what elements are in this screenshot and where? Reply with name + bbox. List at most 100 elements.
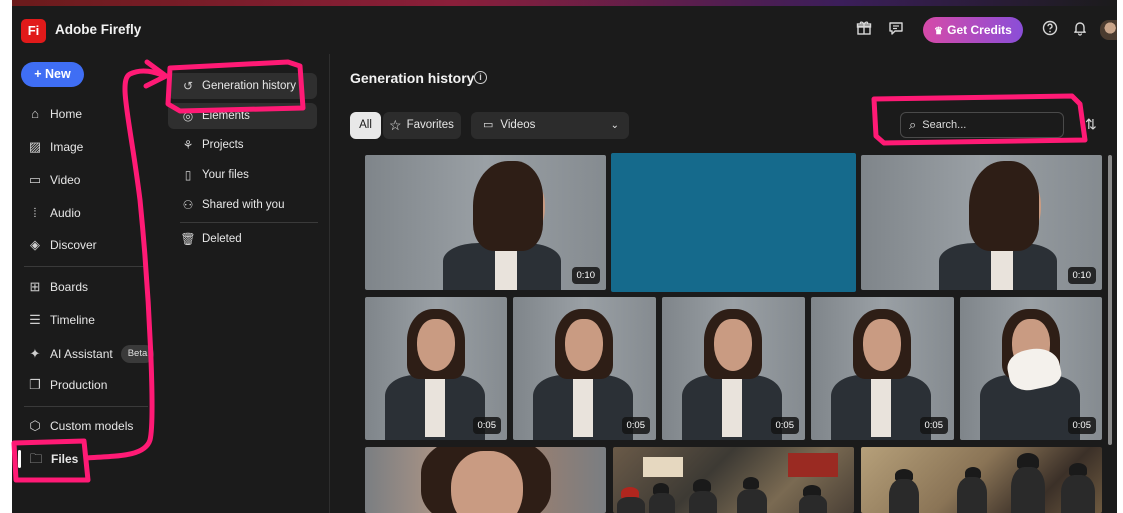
sort-icon[interactable]: ⇅: [1085, 116, 1097, 133]
help-icon[interactable]: [1040, 20, 1060, 40]
subnav-label: Shared with you: [202, 199, 285, 211]
thumbnail-4[interactable]: 0:05: [513, 297, 656, 440]
nav-item-image[interactable]: ▨ Image: [26, 136, 84, 158]
nav-item-boards[interactable]: ⊞ Boards: [26, 276, 88, 298]
page-title: Generation history: [350, 70, 475, 86]
duration-badge: 0:05: [621, 417, 650, 434]
duration-badge: 0:05: [770, 417, 799, 434]
subnav-shared-with-you[interactable]: ⚇ Shared with you: [168, 192, 317, 218]
firefly-logo[interactable]: Fi: [21, 19, 46, 43]
files-subnav: ↺ Generation history ◎ Elements ⚘ Projects …: [162, 54, 330, 513]
subnav-label: Your files: [202, 169, 249, 181]
nav-item-label: Production: [50, 378, 108, 392]
search-input[interactable]: [922, 119, 1043, 131]
subnav-label: Projects: [202, 139, 244, 151]
subnav-elements[interactable]: ◎ Elements: [168, 103, 317, 129]
thumbnail-8[interactable]: [365, 447, 606, 513]
folder-icon: 🗀: [29, 451, 43, 466]
nav-item-label: Video: [50, 173, 81, 187]
home-icon: ⌂: [31, 106, 39, 121]
nav-item-label: Home: [50, 107, 83, 121]
duration-badge: 0:05: [919, 417, 948, 434]
nav-item-ai-assistant[interactable]: ✦ AI Assistant Beta: [26, 343, 155, 365]
boards-icon: ⊞: [29, 279, 41, 294]
subnav-generation-history[interactable]: ↺ Generation history: [168, 73, 317, 99]
duration-badge: 0:05: [472, 417, 501, 434]
nav-item-label: AI Assistant: [50, 347, 113, 361]
video-icon: ▭: [28, 172, 42, 187]
nav-item-label: Image: [50, 140, 84, 154]
info-icon[interactable]: i: [474, 71, 487, 84]
video-icon: ▭: [483, 119, 494, 131]
elements-icon: ◎: [182, 109, 194, 123]
custom-models-icon: ⬡: [29, 418, 41, 433]
history-icon: ↺: [182, 79, 194, 93]
nav-item-label: Files: [51, 452, 79, 466]
nav-item-files[interactable]: 🗀 Files: [18, 448, 78, 470]
nav-item-label: Custom models: [50, 419, 134, 433]
get-credits-label: Get Credits: [947, 23, 1012, 37]
type-dropdown[interactable]: ▭ Videos ⌄: [471, 112, 629, 139]
thumbnail-6[interactable]: 0:05: [811, 297, 954, 440]
nav-item-video[interactable]: ▭ Video: [26, 169, 81, 191]
bell-icon[interactable]: [1070, 20, 1090, 40]
chat-icon[interactable]: [886, 20, 906, 40]
nav-item-home[interactable]: ⌂ Home: [26, 103, 82, 125]
nav-item-production[interactable]: ❐ Production: [26, 374, 107, 396]
nav-item-discover[interactable]: ◈ Discover: [26, 234, 97, 256]
star-icon: ☆: [389, 117, 402, 133]
duration-badge: 0:10: [1067, 267, 1096, 284]
plus-icon: +: [34, 67, 46, 81]
app-window: Fi Adobe Firefly ♛ Get Credits + New ⌂ Hom…: [12, 0, 1117, 513]
app-name[interactable]: Adobe Firefly: [55, 22, 141, 37]
subnav-projects[interactable]: ⚘ Projects: [168, 132, 317, 158]
filter-all[interactable]: All: [350, 112, 381, 139]
timeline-icon: ☰: [29, 312, 41, 327]
production-icon: ❐: [29, 377, 41, 392]
shared-icon: ⚇: [182, 198, 194, 212]
nav-item-label: Discover: [50, 238, 97, 252]
thumbnail-3[interactable]: 0:05: [365, 297, 507, 440]
search-box[interactable]: ⌕: [900, 112, 1064, 138]
duration-badge: 0:10: [571, 267, 600, 284]
nav-item-label: Timeline: [50, 313, 95, 327]
subnav-label: Generation history: [202, 80, 296, 92]
search-icon: ⌕: [909, 117, 917, 132]
subnav-your-files[interactable]: ▯ Your files: [168, 162, 317, 188]
new-button[interactable]: + New: [21, 62, 84, 87]
nav-item-audio[interactable]: ⦙ Audio: [26, 202, 81, 224]
scrollbar[interactable]: [1108, 155, 1112, 445]
user-avatar[interactable]: [1100, 20, 1117, 40]
left-nav: + New ⌂ Home ▨ Image ▭ Video ⦙ Audio ◈ Discov…: [12, 54, 162, 513]
gift-icon[interactable]: [854, 20, 874, 40]
thumbnail-0[interactable]: 0:10: [365, 155, 606, 290]
nav-item-custom-models[interactable]: ⬡ Custom models: [26, 415, 133, 437]
trash-icon: 🗑: [180, 232, 196, 246]
nav-item-label: Audio: [50, 206, 81, 220]
thumbnail-1[interactable]: [611, 153, 856, 292]
beta-badge: Beta: [120, 345, 155, 363]
subnav-divider: [180, 222, 318, 223]
projects-icon: ⚘: [182, 138, 194, 152]
subnav-label: Elements: [202, 110, 250, 122]
active-indicator: [18, 450, 21, 468]
thumbnail-2[interactable]: 0:10: [861, 155, 1102, 290]
chevron-down-icon: ⌄: [610, 120, 619, 131]
subnav-deleted[interactable]: 🗑 Deleted: [168, 226, 317, 252]
top-bar: Fi Adobe Firefly ♛ Get Credits: [12, 6, 1117, 54]
thumbnail-7[interactable]: 0:05: [960, 297, 1102, 440]
new-button-label: New: [45, 67, 71, 81]
get-credits-button[interactable]: ♛ Get Credits: [923, 17, 1023, 43]
nav-item-label: Boards: [50, 280, 89, 294]
thumbnail-9[interactable]: [613, 447, 854, 513]
thumbnail-5[interactable]: 0:05: [662, 297, 805, 440]
image-icon: ▨: [28, 139, 42, 154]
file-icon: ▯: [184, 168, 192, 182]
audio-icon: ⦙: [33, 205, 37, 220]
nav-divider: [24, 406, 148, 407]
filter-favorites[interactable]: ☆ Favorites: [383, 112, 461, 139]
thumbnail-10[interactable]: [861, 447, 1102, 513]
nav-item-timeline[interactable]: ☰ Timeline: [26, 309, 95, 331]
duration-badge: 0:05: [1067, 417, 1096, 434]
sparkle-icon: ✦: [29, 346, 41, 361]
